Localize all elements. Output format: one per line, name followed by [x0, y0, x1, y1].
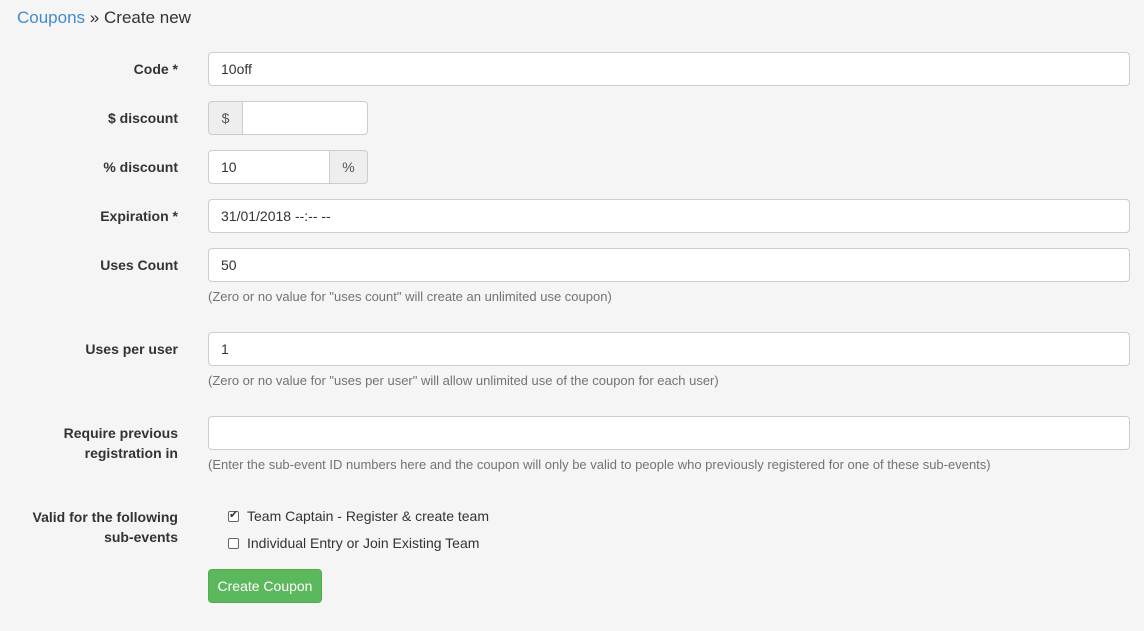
- dollar-prefix-addon: $: [208, 101, 243, 135]
- sub-events-label-line2: sub-events: [104, 529, 178, 545]
- breadcrumb-separator: »: [89, 8, 100, 27]
- code-input[interactable]: 10off: [208, 52, 1130, 86]
- dollar-discount-label: $ discount: [107, 110, 178, 126]
- create-coupon-button[interactable]: Create Coupon: [208, 569, 322, 603]
- dollar-discount-input[interactable]: [242, 101, 368, 135]
- require-previous-label: Require previous registration in: [8, 423, 178, 463]
- uses-count-input[interactable]: 50: [208, 248, 1130, 282]
- expiration-label: Expiration *: [100, 208, 178, 224]
- expiration-input[interactable]: 31/01/2018 --:-- --: [208, 199, 1130, 233]
- percent-discount-label: % discount: [103, 159, 178, 175]
- require-previous-input[interactable]: [208, 416, 1130, 450]
- uses-per-user-input[interactable]: 1: [208, 332, 1130, 366]
- sub-events-label-line1: Valid for the following: [32, 509, 178, 525]
- sub-events-label: Valid for the following sub-events: [8, 507, 178, 547]
- breadcrumb-current: Create new: [104, 8, 191, 27]
- percent-discount-input[interactable]: 10: [208, 150, 330, 184]
- code-label: Code *: [133, 61, 178, 77]
- breadcrumb: Coupons » Create new: [17, 8, 191, 28]
- uses-count-help: (Zero or no value for "uses count" will …: [208, 289, 612, 304]
- sub-event-option-team-captain[interactable]: Team Captain - Register & create team: [228, 508, 489, 524]
- team-captain-label[interactable]: Team Captain - Register & create team: [247, 508, 489, 524]
- uses-count-label: Uses Count: [100, 257, 178, 273]
- individual-entry-label[interactable]: Individual Entry or Join Existing Team: [247, 535, 479, 551]
- breadcrumb-coupons-link[interactable]: Coupons: [17, 8, 85, 27]
- uses-per-user-help: (Zero or no value for "uses per user" wi…: [208, 373, 719, 388]
- individual-entry-checkbox[interactable]: [228, 538, 239, 549]
- require-previous-label-line2: registration in: [84, 445, 178, 461]
- percent-suffix-addon: %: [329, 150, 368, 184]
- require-previous-help: (Enter the sub-event ID numbers here and…: [208, 457, 991, 472]
- team-captain-checkbox[interactable]: [228, 508, 239, 522]
- uses-per-user-label: Uses per user: [85, 341, 178, 357]
- require-previous-label-line1: Require previous: [63, 425, 178, 441]
- sub-event-option-individual-entry[interactable]: Individual Entry or Join Existing Team: [228, 535, 479, 551]
